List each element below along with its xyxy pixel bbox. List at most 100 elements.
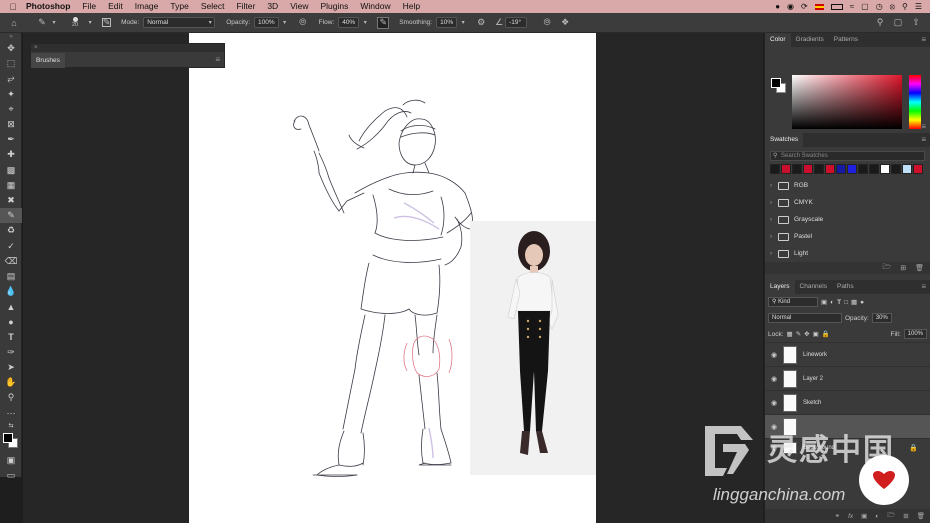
flag-icon[interactable] <box>814 3 824 10</box>
clone-stamp-tool-icon[interactable]: ♻ <box>0 223 22 238</box>
hue-slider[interactable] <box>909 75 921 129</box>
swatch-chip[interactable] <box>792 164 802 174</box>
sync-icon[interactable]: ⟳ <box>801 2 808 11</box>
crop-tool-icon[interactable]: ⌖ <box>0 102 22 117</box>
adjustment-filter-icon[interactable]: ◐ <box>830 299 834 306</box>
lock-position-icon[interactable]: ✥ <box>804 330 809 338</box>
panel-menu-icon[interactable]: ≡ <box>921 122 926 131</box>
brush-preset-picker[interactable]: 20 <box>72 17 78 28</box>
control-center-icon[interactable]: ☰ <box>915 2 922 11</box>
swatch-chip[interactable] <box>869 164 879 174</box>
swatch-chip[interactable] <box>891 164 901 174</box>
panel-menu-icon[interactable]: ≡ <box>921 282 926 291</box>
menu-file[interactable]: File <box>76 0 102 13</box>
sharpen-tool-icon[interactable]: ▲ <box>0 299 22 314</box>
move-tool-icon[interactable]: ✥ <box>0 41 22 56</box>
swatch-chip[interactable] <box>836 164 846 174</box>
swatch-chip[interactable] <box>880 164 890 174</box>
quick-selection-tool-icon[interactable]: ✦ <box>0 87 22 102</box>
history-brush-tool-icon[interactable]: ✓ <box>0 238 22 253</box>
menu-help[interactable]: Help <box>397 0 426 13</box>
tab-layers[interactable]: Layers <box>765 280 795 294</box>
smart-object-filter-icon[interactable]: ▩ <box>851 298 857 306</box>
color-swatches[interactable] <box>0 431 22 453</box>
crosshair-tool-icon[interactable]: ✖ <box>0 193 22 208</box>
swatch-chip[interactable] <box>858 164 868 174</box>
menu-3d[interactable]: 3D <box>261 0 284 13</box>
dodge-tool-icon[interactable]: ● <box>0 314 22 329</box>
type-filter-icon[interactable]: T <box>837 299 841 306</box>
lock-transparent-icon[interactable]: ▦ <box>787 330 793 338</box>
swatch-folder-cmyk[interactable]: › CMYK <box>765 194 930 211</box>
chevron-down-icon[interactable]: ▾ <box>84 17 96 29</box>
angle-input[interactable]: -19° <box>505 17 528 28</box>
apple-icon[interactable]:  <box>6 2 20 12</box>
compass-icon[interactable]: ⦻ <box>890 2 895 12</box>
search-icon[interactable]: ⚲ <box>874 17 886 29</box>
swap-colors-icon[interactable]: ⇆ <box>0 421 22 431</box>
opacity-input[interactable]: 100% <box>254 17 279 28</box>
menu-plugins[interactable]: Plugins <box>314 0 354 13</box>
eye-icon[interactable]: ◉ <box>765 351 783 359</box>
swatch-chip[interactable] <box>770 164 780 174</box>
filter-toggle-icon[interactable]: ● <box>860 299 864 306</box>
shape-filter-icon[interactable]: □ <box>844 299 848 306</box>
new-group-icon[interactable]: 🗁 <box>883 263 892 274</box>
collapse-icon[interactable]: » <box>0 33 22 41</box>
foreground-color-swatch[interactable] <box>3 432 13 443</box>
symmetry-icon[interactable]: ❖ <box>559 17 571 29</box>
display-icon[interactable]: ▢ <box>861 2 869 11</box>
trash-icon[interactable]: 🗑 <box>915 264 924 272</box>
eye-icon[interactable]: ◉ <box>765 399 783 407</box>
tab-paths[interactable]: Paths <box>832 280 859 294</box>
brush-tool-icon[interactable]: ✎ <box>36 17 48 29</box>
screen-mode-icon[interactable]: ▭ <box>0 468 22 483</box>
new-swatch-icon[interactable]: ⊞ <box>900 264 906 272</box>
swatch-folder-light[interactable]: › Light <box>765 245 930 262</box>
swatch-chip[interactable] <box>913 164 923 174</box>
home-icon[interactable]: ⌂ <box>8 17 20 29</box>
fill-input[interactable]: 100% <box>903 329 927 339</box>
content-aware-icon[interactable]: ▦ <box>0 178 22 193</box>
hand-tool-icon[interactable]: ✋ <box>0 375 22 390</box>
swatch-chip[interactable] <box>847 164 857 174</box>
share-icon[interactable]: ⇧ <box>910 17 922 29</box>
chevron-down-icon[interactable]: ▾ <box>279 17 291 29</box>
flow-input[interactable]: 40% <box>338 17 360 28</box>
tab-color[interactable]: Color <box>765 33 791 47</box>
pen-tool-icon[interactable]: ✑ <box>0 345 22 360</box>
brush-tool-icon[interactable]: ✎ <box>0 208 22 224</box>
smoothing-input[interactable]: 10% <box>436 17 458 28</box>
tab-brushes[interactable]: Brushes <box>31 53 65 68</box>
path-selection-tool-icon[interactable]: ➤ <box>0 360 22 375</box>
blend-mode-select[interactable]: Normal <box>768 313 842 323</box>
panel-menu-icon[interactable]: ≡ <box>921 135 926 144</box>
kind-filter-select[interactable]: ⚲ Kind <box>768 297 818 307</box>
eyedropper-tool-icon[interactable]: ✒ <box>0 132 22 147</box>
blur-tool-icon[interactable]: 💧 <box>0 284 22 299</box>
chevron-down-icon[interactable]: ▾ <box>359 17 371 29</box>
tab-channels[interactable]: Channels <box>795 280 832 294</box>
healing-brush-tool-icon[interactable]: ✚ <box>0 147 22 162</box>
menu-view[interactable]: View <box>284 0 314 13</box>
layer-row-layer-2[interactable]: ◉ Layer 2 <box>765 366 930 390</box>
document-canvas[interactable] <box>189 33 596 523</box>
menu-image[interactable]: Image <box>129 0 165 13</box>
brush-settings-icon[interactable]: ✎ <box>102 17 112 27</box>
menu-select[interactable]: Select <box>195 0 231 13</box>
menu-filter[interactable]: Filter <box>230 0 261 13</box>
color-field[interactable] <box>792 75 902 129</box>
menu-edit[interactable]: Edit <box>102 0 129 13</box>
layer-opacity-input[interactable]: 30% <box>871 313 892 323</box>
swatch-chip[interactable] <box>825 164 835 174</box>
menu-type[interactable]: Type <box>164 0 194 13</box>
lock-artboard-icon[interactable]: ▣ <box>813 330 819 338</box>
tab-gradients[interactable]: Gradients <box>791 33 829 47</box>
menu-window[interactable]: Window <box>354 0 396 13</box>
workspace-icon[interactable]: ▢ <box>892 17 904 29</box>
lock-all-icon[interactable]: 🔒 <box>822 330 830 338</box>
more-tools-icon[interactable]: ⋯ <box>0 406 22 421</box>
chevron-down-icon[interactable]: ▾ <box>457 17 469 29</box>
swatches-search-input[interactable]: ⚲ Search Swatches <box>770 151 925 161</box>
lock-pixels-icon[interactable]: ✎ <box>796 330 801 338</box>
